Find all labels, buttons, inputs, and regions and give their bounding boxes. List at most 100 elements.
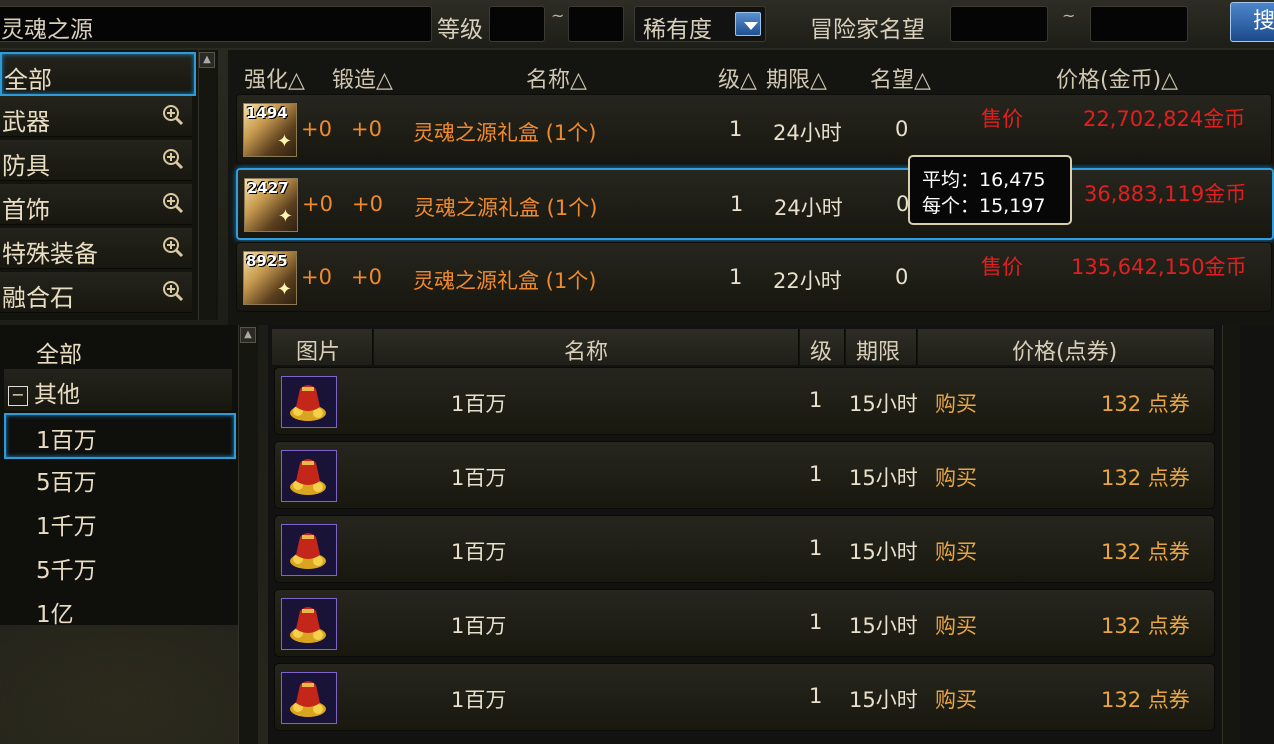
- collapse-icon[interactable]: −: [8, 386, 28, 406]
- chevron-down-icon[interactable]: [735, 12, 761, 36]
- buy-button[interactable]: 购买: [935, 610, 977, 640]
- item-reputation: 0: [895, 117, 909, 141]
- header-price[interactable]: 价格(金币)△: [1056, 62, 1178, 94]
- buy-button[interactable]: 购买: [935, 536, 977, 566]
- header-name[interactable]: 名称△: [526, 62, 587, 94]
- category-list: 全部 武器 防具 首饰 特殊装备 融合石 ▲: [0, 50, 218, 320]
- shop-item-name: 1百万: [451, 392, 507, 416]
- shop-tree-scrollbar[interactable]: ▲: [238, 325, 258, 744]
- scroll-up-icon[interactable]: ▲: [199, 52, 215, 68]
- shop-item-expiry: 15小时: [849, 688, 918, 712]
- buy-button[interactable]: 购买: [935, 388, 977, 418]
- header-price[interactable]: 价格(点券): [918, 329, 1215, 365]
- shop-item-name: 1百万: [451, 688, 507, 712]
- item-level: 1: [729, 265, 743, 289]
- header-image[interactable]: 图片: [272, 329, 373, 365]
- reputation-min-input[interactable]: [950, 6, 1048, 42]
- shop-item-expiry: 15小时: [849, 614, 918, 638]
- category-item-special-equipment[interactable]: 特殊装备: [0, 228, 192, 269]
- gold-bag-icon: [281, 450, 337, 502]
- item-level: 1: [730, 192, 744, 216]
- category-item-all[interactable]: 全部: [0, 52, 196, 96]
- tree-item-100m[interactable]: 1亿: [4, 589, 232, 631]
- header-reputation[interactable]: 名望△: [870, 62, 931, 94]
- item-quantity: 8925: [246, 252, 288, 270]
- zoom-in-icon[interactable]: [162, 148, 184, 170]
- shop-row[interactable]: 1百万 1 15小时 购买 132 点券: [274, 367, 1215, 435]
- gold-bag-icon: [281, 524, 337, 576]
- header-level[interactable]: 级△: [718, 62, 757, 94]
- sparkle-icon: ✦: [276, 131, 292, 152]
- shop-item-price: 132 点券: [1101, 540, 1190, 564]
- zoom-in-icon[interactable]: [162, 280, 184, 302]
- tree-item-all[interactable]: 全部: [4, 329, 232, 371]
- tree-item-5m[interactable]: 5百万: [4, 457, 232, 499]
- sparkle-icon: ✦: [276, 279, 292, 300]
- level-label: 等级: [437, 17, 483, 43]
- tree-group-other[interactable]: − 其他: [4, 369, 232, 411]
- category-item-accessory[interactable]: 首饰: [0, 184, 192, 225]
- shop-item-name: 1百万: [451, 466, 507, 490]
- reputation-max-input[interactable]: [1090, 6, 1188, 42]
- item-name: 灵魂之源礼盒 (1个): [414, 196, 598, 220]
- scroll-up-icon[interactable]: ▲: [240, 327, 256, 343]
- shop-row[interactable]: 1百万 1 15小时 购买 132 点券: [274, 663, 1215, 731]
- level-max-input[interactable]: [568, 6, 624, 42]
- header-level[interactable]: 级: [800, 329, 845, 365]
- gold-bag-icon: [281, 672, 337, 724]
- shop-item-price: 132 点券: [1101, 392, 1190, 416]
- tree-item-50m[interactable]: 5千万: [4, 545, 232, 587]
- shop-item-price: 132 点券: [1101, 688, 1190, 712]
- category-item-fusion-stone[interactable]: 融合石: [0, 272, 192, 313]
- zoom-in-icon[interactable]: [162, 104, 184, 126]
- level-min-input[interactable]: [489, 6, 545, 42]
- buy-button[interactable]: 购买: [935, 684, 977, 714]
- category-item-armor[interactable]: 防具: [0, 140, 192, 181]
- header-expiry[interactable]: 期限: [846, 329, 917, 365]
- gift-box-icon: 2427 ✦: [244, 178, 298, 232]
- header-name[interactable]: 名称: [374, 329, 799, 365]
- tree-item-10m[interactable]: 1千万: [4, 501, 232, 543]
- rarity-select[interactable]: 稀有度: [634, 6, 766, 43]
- auction-row[interactable]: 8925 ✦ +0 +0 灵魂之源礼盒 (1个) 1 22小时 0 售价 135…: [236, 242, 1272, 312]
- shop-row[interactable]: 1百万 1 15小时 购买 132 点券: [274, 515, 1215, 583]
- item-expiry: 24小时: [773, 121, 842, 145]
- category-scrollbar[interactable]: ▲: [198, 50, 216, 320]
- header-expiry[interactable]: 期限△: [766, 62, 827, 94]
- shop-category-tree: 全部 − 其他 1百万 5百万 1千万 5千万 1亿: [0, 325, 238, 628]
- shop-item-expiry: 15小时: [849, 540, 918, 564]
- item-price: 22,702,824金币: [1083, 107, 1246, 131]
- tree-item-1m[interactable]: 1百万: [4, 413, 236, 459]
- buy-button[interactable]: 购买: [935, 462, 977, 492]
- tooltip-per-unit: 每个：15,197: [922, 195, 1046, 217]
- rarity-label: 稀有度: [643, 17, 712, 43]
- item-quantity: 2427: [247, 179, 289, 197]
- shop-item-level: 1: [809, 462, 823, 486]
- header-forge[interactable]: 锻造△: [332, 62, 393, 94]
- search-button[interactable]: 搜: [1230, 2, 1274, 42]
- search-bar: 灵魂之源 等级 ~ 稀有度 冒险家名望 ~ 搜: [0, 0, 1274, 48]
- item-level: 1: [729, 117, 743, 141]
- zoom-in-icon[interactable]: [162, 192, 184, 214]
- header-enhance[interactable]: 强化△: [244, 62, 305, 94]
- enhance-value: +0: [302, 192, 333, 216]
- price-label: 售价: [981, 107, 1023, 131]
- reputation-label: 冒险家名望: [810, 17, 925, 43]
- shop-item-name: 1百万: [451, 540, 507, 564]
- item-name-input[interactable]: 灵魂之源: [0, 6, 432, 43]
- shop-row[interactable]: 1百万 1 15小时 购买 132 点券: [274, 589, 1215, 657]
- auction-row[interactable]: 2427 ✦ +0 +0 灵魂之源礼盒 (1个) 1 24小时 0 36,883…: [236, 168, 1274, 240]
- item-expiry: 22小时: [773, 269, 842, 293]
- item-name: 灵魂之源礼盒 (1个): [413, 269, 597, 293]
- shop-item-name: 1百万: [451, 614, 507, 638]
- enhance-value: +0: [301, 117, 332, 141]
- shop-row[interactable]: 1百万 1 15小时 购买 132 点券: [274, 441, 1215, 509]
- zoom-in-icon[interactable]: [162, 236, 184, 258]
- item-name-value: 灵魂之源: [1, 17, 93, 43]
- forge-value: +0: [352, 192, 383, 216]
- category-item-weapon[interactable]: 武器: [0, 96, 192, 137]
- auction-row[interactable]: 1494 ✦ +0 +0 灵魂之源礼盒 (1个) 1 24小时 0 售价 22,…: [236, 94, 1272, 164]
- forge-value: +0: [351, 117, 382, 141]
- shop-list-scrollbar[interactable]: [1222, 325, 1240, 744]
- enhance-value: +0: [301, 265, 332, 289]
